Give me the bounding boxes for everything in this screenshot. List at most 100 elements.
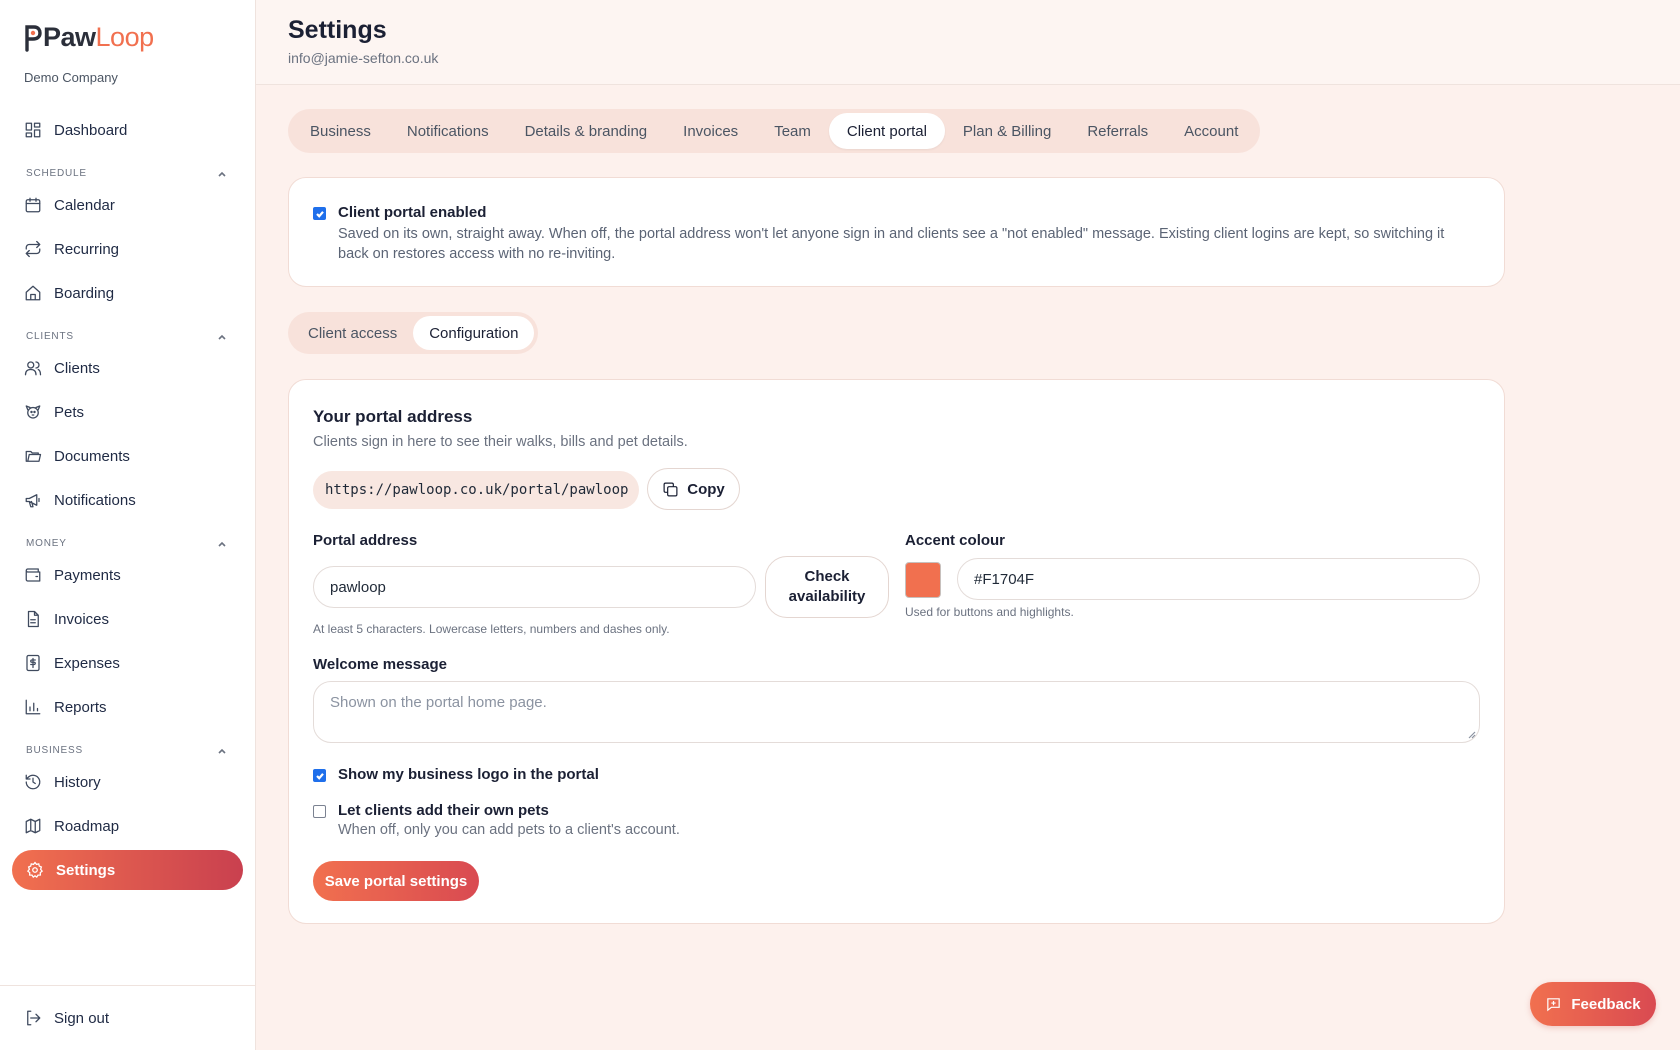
portal-address-input[interactable]: pawloop xyxy=(313,566,756,608)
log-out-icon xyxy=(27,1010,41,1026)
accent-colour-hint: Used for buttons and highlights. xyxy=(905,605,1074,619)
tab-team[interactable]: Team xyxy=(756,113,829,149)
portal-enabled-card: Client portal enabled Saved on its own, … xyxy=(288,177,1505,287)
users-icon xyxy=(24,361,42,376)
company-name: Demo Company xyxy=(24,70,118,85)
dog-icon xyxy=(25,405,41,419)
sidebar-item-boarding[interactable]: Boarding xyxy=(24,275,114,311)
section-money: MONEY xyxy=(26,538,67,549)
accent-colour-label: Accent colour xyxy=(905,532,1006,549)
tab-referrals[interactable]: Referrals xyxy=(1069,113,1166,149)
tab-plan-billing[interactable]: Plan & Billing xyxy=(945,113,1069,149)
sidebar-item-label: Dashboard xyxy=(54,121,128,139)
page-header: Settings info@jamie-sefton.co.uk xyxy=(256,0,1680,85)
sidebar-item-recurring[interactable]: Recurring xyxy=(24,231,119,267)
own-pets-label: Let clients add their own pets xyxy=(338,802,549,819)
sidebar-item-settings[interactable]: Settings xyxy=(12,850,243,890)
portal-address-hint: At least 5 characters. Lowercase letters… xyxy=(313,622,670,636)
chevron-up-icon[interactable] xyxy=(216,168,228,180)
sidebar-item-calendar[interactable]: Calendar xyxy=(24,187,115,223)
settings-tabs: Business Notifications Details & brandin… xyxy=(288,109,1261,153)
portal-address-subheading: Clients sign in here to see their walks,… xyxy=(313,434,688,450)
sign-out-label: Sign out xyxy=(54,1009,110,1027)
feedback-button[interactable]: Feedback xyxy=(1530,982,1656,1026)
history-icon xyxy=(25,774,41,790)
logo-text-paw: Paw xyxy=(43,22,96,52)
portal-enabled-description: Saved on its own, straight away. When of… xyxy=(338,226,1445,262)
tab-details-branding[interactable]: Details & branding xyxy=(507,113,666,149)
show-logo-label: Show my business logo in the portal xyxy=(338,766,599,783)
receipt-icon xyxy=(26,654,40,672)
check-availability-button[interactable]: Check availability xyxy=(765,556,889,618)
chevron-up-icon[interactable] xyxy=(216,745,228,757)
sidebar-item-roadmap[interactable]: Roadmap xyxy=(24,808,119,844)
subtab-client-access[interactable]: Client access xyxy=(292,316,413,350)
sidebar-item-label: Invoices xyxy=(54,610,110,628)
sidebar-item-expenses[interactable]: Expenses xyxy=(24,645,120,681)
resize-handle-icon[interactable] xyxy=(1468,731,1476,739)
chevron-up-icon[interactable] xyxy=(216,331,228,343)
tab-business[interactable]: Business xyxy=(292,113,389,149)
own-pets-hint: When off, only you can add pets to a cli… xyxy=(338,822,680,838)
sidebar-item-label: Documents xyxy=(54,447,130,465)
sign-out-button[interactable]: Sign out xyxy=(24,1000,109,1036)
accent-colour-input[interactable]: #F1704F xyxy=(957,558,1480,600)
sidebar-item-label: Settings xyxy=(56,861,116,879)
tab-client-portal[interactable]: Client portal xyxy=(828,113,945,149)
portal-enabled-title: Client portal enabled xyxy=(338,204,487,221)
copy-label: Copy xyxy=(687,480,725,498)
subtab-configuration[interactable]: Configuration xyxy=(413,316,535,350)
sidebar-item-label: Calendar xyxy=(54,196,115,214)
page-title: Settings xyxy=(288,16,387,44)
accent-colour-swatch[interactable] xyxy=(905,562,941,598)
folder-icon xyxy=(25,450,42,462)
wallet-icon xyxy=(25,568,41,582)
portal-enabled-checkbox[interactable] xyxy=(313,207,326,220)
gear-icon xyxy=(26,861,44,879)
sidebar-item-dashboard[interactable]: Dashboard xyxy=(24,112,127,148)
sidebar-item-label: Clients xyxy=(54,359,100,377)
sidebar-item-payments[interactable]: Payments xyxy=(24,557,121,593)
sidebar-item-label: Expenses xyxy=(54,654,120,672)
chevron-up-icon[interactable] xyxy=(216,538,228,550)
copy-button[interactable]: Copy xyxy=(647,468,740,510)
check-icon xyxy=(315,210,324,218)
repeat-icon xyxy=(25,240,41,258)
portal-address-heading: Your portal address xyxy=(313,407,473,426)
welcome-message-textarea[interactable]: Shown on the portal home page. xyxy=(313,681,1480,743)
tab-notifications[interactable]: Notifications xyxy=(389,113,507,149)
sidebar-item-documents[interactable]: Documents xyxy=(24,438,130,474)
tab-invoices[interactable]: Invoices xyxy=(665,113,756,149)
feedback-label: Feedback xyxy=(1571,995,1641,1013)
check-label-line2: availability xyxy=(788,588,866,605)
portal-url[interactable]: https://pawloop.co.uk/portal/pawloop xyxy=(313,471,639,509)
save-portal-settings-button[interactable]: Save portal settings xyxy=(313,861,479,901)
map-icon xyxy=(25,818,41,834)
sidebar-item-notifications[interactable]: Notifications xyxy=(24,482,136,518)
sidebar-item-invoices[interactable]: Invoices xyxy=(24,601,109,637)
calendar-icon xyxy=(25,197,41,213)
account-email: info@jamie-sefton.co.uk xyxy=(288,50,439,66)
sidebar-item-pets[interactable]: Pets xyxy=(24,394,84,430)
logo-text-loop: Loop xyxy=(95,22,155,52)
section-schedule: SCHEDULE xyxy=(26,168,87,179)
copy-icon xyxy=(663,482,678,496)
portal-subtabs: Client access Configuration xyxy=(288,312,539,354)
portal-configuration-card: Your portal address Clients sign in here… xyxy=(288,379,1505,924)
welcome-message-label: Welcome message xyxy=(313,656,447,673)
sidebar-item-history[interactable]: History xyxy=(24,764,101,800)
sidebar-item-reports[interactable]: Reports xyxy=(24,689,107,725)
sidebar-item-clients[interactable]: Clients xyxy=(24,350,100,386)
message-plus-icon xyxy=(1547,997,1561,1011)
megaphone-icon xyxy=(25,494,40,508)
sidebar-item-label: Roadmap xyxy=(54,817,120,835)
file-text-icon xyxy=(27,610,39,628)
sidebar-item-label: Payments xyxy=(54,566,121,584)
check-label-line1: Check xyxy=(804,568,850,585)
bar-chart-icon xyxy=(25,699,41,715)
sidebar-item-label: Boarding xyxy=(54,284,115,302)
tab-account[interactable]: Account xyxy=(1166,113,1256,149)
show-logo-checkbox[interactable] xyxy=(313,769,326,782)
own-pets-checkbox[interactable] xyxy=(313,805,326,818)
logo[interactable]: Paw Loop xyxy=(24,22,154,53)
